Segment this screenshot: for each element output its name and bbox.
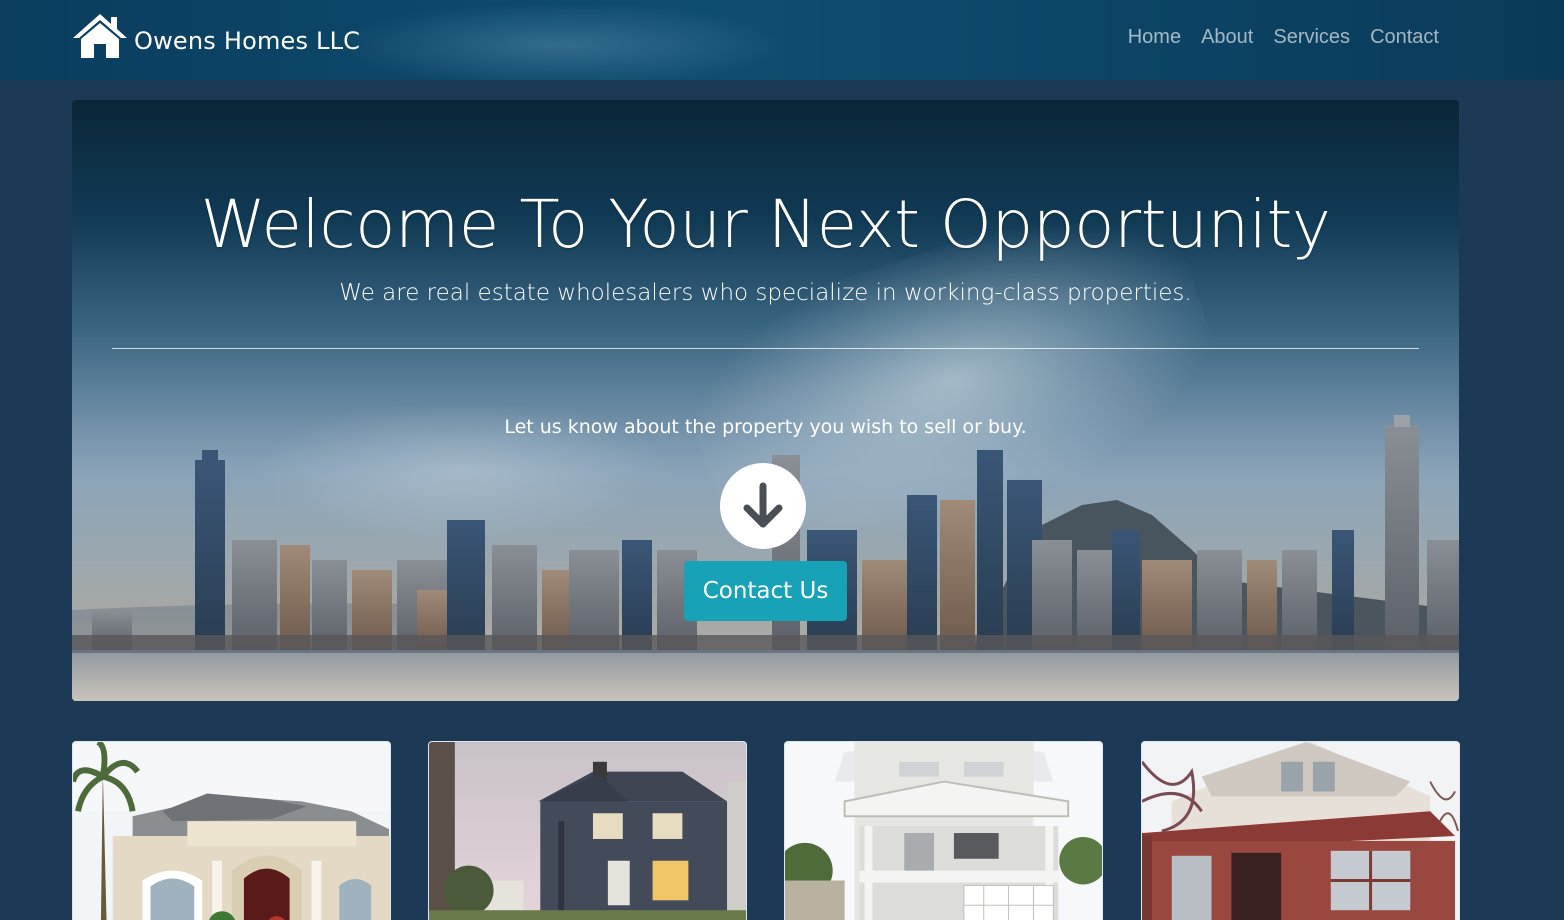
hero-prompt: Let us know about the property you wish … (504, 416, 1027, 438)
red-porch-house-photo (1142, 742, 1459, 920)
nav-link-home[interactable]: Home (1118, 24, 1191, 50)
nav-link-contact[interactable]: Contact (1360, 24, 1449, 50)
property-cards (72, 741, 1460, 920)
brand-link[interactable]: Owens Homes LLC (71, 10, 360, 62)
property-card-3[interactable] (784, 741, 1103, 920)
brand-name: Owens Homes LLC (134, 27, 361, 55)
white-porch-house-photo (785, 742, 1102, 920)
nav-link-services[interactable]: Services (1263, 24, 1360, 50)
hero-title: Welcome To Your Next Opportunity (200, 186, 1331, 263)
nav-links: Home About Services Contact (1118, 24, 1449, 50)
property-card-2[interactable] (428, 741, 747, 920)
hero-jumbotron: Welcome To Your Next Opportunity We are … (72, 100, 1459, 701)
house-icon (73, 14, 127, 58)
arrow-down-circle-icon (720, 463, 806, 549)
hero-divider (112, 348, 1419, 349)
property-card-4[interactable] (1141, 741, 1460, 920)
navbar: Owens Homes LLC Home About Services Cont… (0, 0, 1564, 80)
dark-siding-house-photo (429, 742, 746, 920)
nav-link-about[interactable]: About (1191, 24, 1263, 50)
stucco-house-photo (73, 742, 390, 920)
contact-us-button[interactable]: Contact Us (684, 561, 847, 621)
arrow-down-icon (743, 482, 783, 528)
property-card-1[interactable] (72, 741, 391, 920)
city-skyline-image (72, 415, 1459, 701)
hero-subtitle: We are real estate wholesalers who speci… (339, 280, 1192, 306)
